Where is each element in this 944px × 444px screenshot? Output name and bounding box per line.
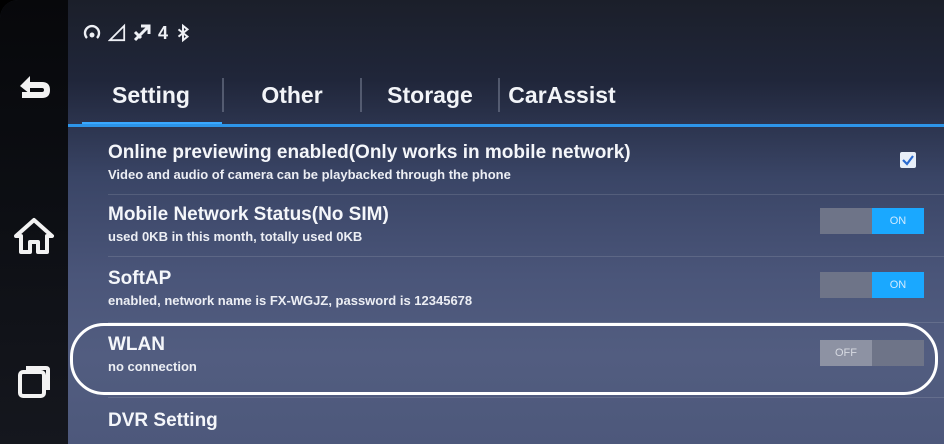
divider xyxy=(108,397,944,398)
setting-title: Online previewing enabled(Only works in … xyxy=(108,142,631,163)
status-bar: 4 xyxy=(82,20,192,46)
hotspot-icon xyxy=(83,24,101,39)
tab-carassist[interactable]: CarAssist xyxy=(500,66,624,124)
signal-icon xyxy=(108,23,126,42)
mobile-network-toggle[interactable]: ON xyxy=(820,208,924,234)
setting-mobile-network[interactable]: Mobile Network Status(No SIM) used 0KB i… xyxy=(108,204,944,244)
toggle-state-label: ON xyxy=(872,208,924,234)
wlan-toggle[interactable]: OFF xyxy=(820,340,924,366)
setting-subtitle: enabled, network name is FX-WGJZ, passwo… xyxy=(108,293,473,308)
tab-other[interactable]: Other xyxy=(224,66,360,124)
setting-subtitle: no connection xyxy=(108,359,197,374)
toggle-state-label: ON xyxy=(872,272,924,298)
tab-storage[interactable]: Storage xyxy=(362,66,498,124)
tab-setting[interactable]: Setting xyxy=(80,66,222,126)
tab-underline xyxy=(68,124,944,127)
navigation-bar xyxy=(0,0,68,444)
recent-apps-icon[interactable] xyxy=(10,356,58,404)
back-arrow-icon[interactable] xyxy=(10,64,58,112)
setting-title: SoftAP xyxy=(108,268,172,289)
setting-title: Mobile Network Status(No SIM) xyxy=(108,204,389,225)
online-previewing-checkbox[interactable] xyxy=(900,152,916,168)
home-icon[interactable] xyxy=(10,212,58,260)
setting-dvr[interactable]: DVR Setting xyxy=(108,410,944,432)
notification-count: 4 xyxy=(158,22,169,43)
tab-bar: Setting Other Storage CarAssist xyxy=(80,66,944,126)
softap-toggle[interactable]: ON xyxy=(820,272,924,298)
screen: 4 Setting Other Storage CarAssist Online… xyxy=(0,0,944,444)
setting-title: WLAN xyxy=(108,334,165,355)
divider xyxy=(108,256,944,257)
setting-subtitle: used 0KB in this month, totally used 0KB xyxy=(108,229,363,244)
setting-subtitle: Video and audio of camera can be playbac… xyxy=(108,167,511,182)
divider xyxy=(108,194,944,195)
setting-title: DVR Setting xyxy=(108,410,218,431)
bluetooth-icon xyxy=(177,23,190,43)
setting-wlan[interactable]: WLAN no connection OFF xyxy=(108,334,944,374)
divider xyxy=(108,322,944,323)
setting-online-previewing[interactable]: Online previewing enabled(Only works in … xyxy=(108,142,944,182)
usb-icon xyxy=(133,24,151,42)
toggle-state-label: OFF xyxy=(820,340,872,366)
checkmark-icon xyxy=(902,155,914,166)
setting-softap[interactable]: SoftAP enabled, network name is FX-WGJZ,… xyxy=(108,268,944,308)
